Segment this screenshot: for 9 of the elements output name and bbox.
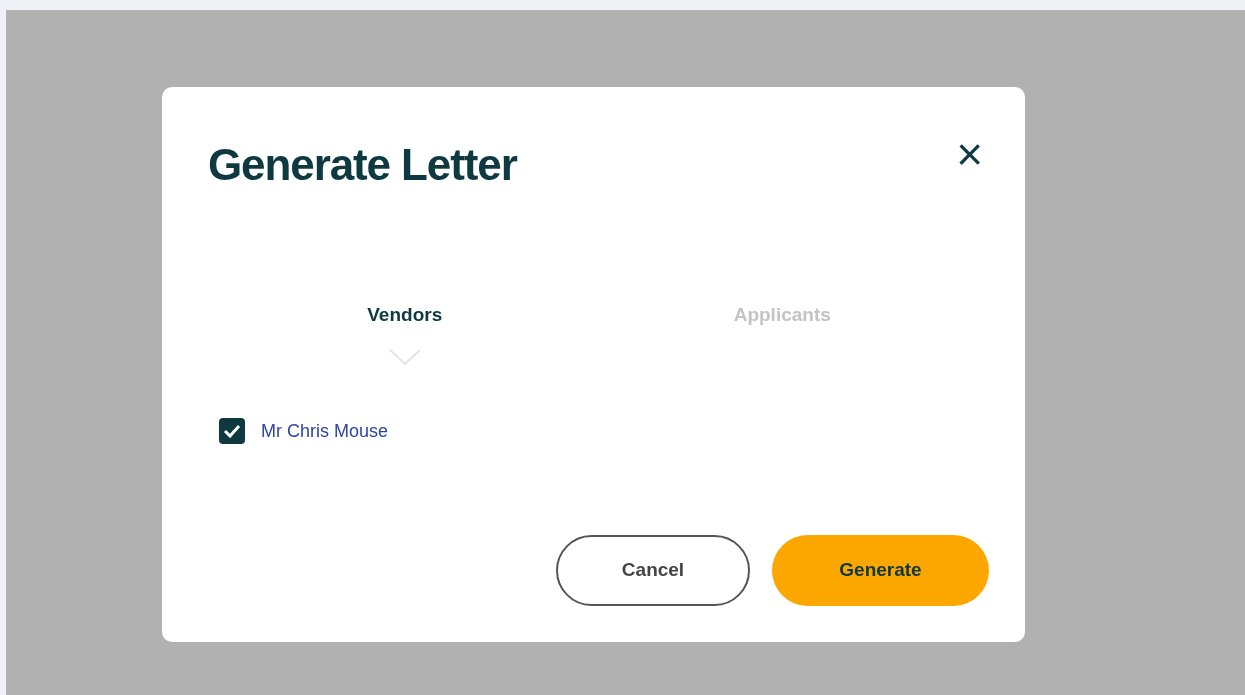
close-button[interactable]: ×	[956, 131, 983, 177]
chevron-down-icon	[388, 347, 421, 366]
generate-button[interactable]: Generate	[772, 535, 989, 606]
tab[interactable]: Vendors	[367, 301, 443, 330]
recipient-name: Mr Chris Mouse	[261, 419, 389, 443]
dialog-title: Generate Letter	[208, 139, 517, 191]
cancel-button[interactable]: Cancel	[556, 535, 750, 606]
checkbox[interactable]	[219, 418, 245, 444]
checkmark-icon	[223, 424, 241, 438]
